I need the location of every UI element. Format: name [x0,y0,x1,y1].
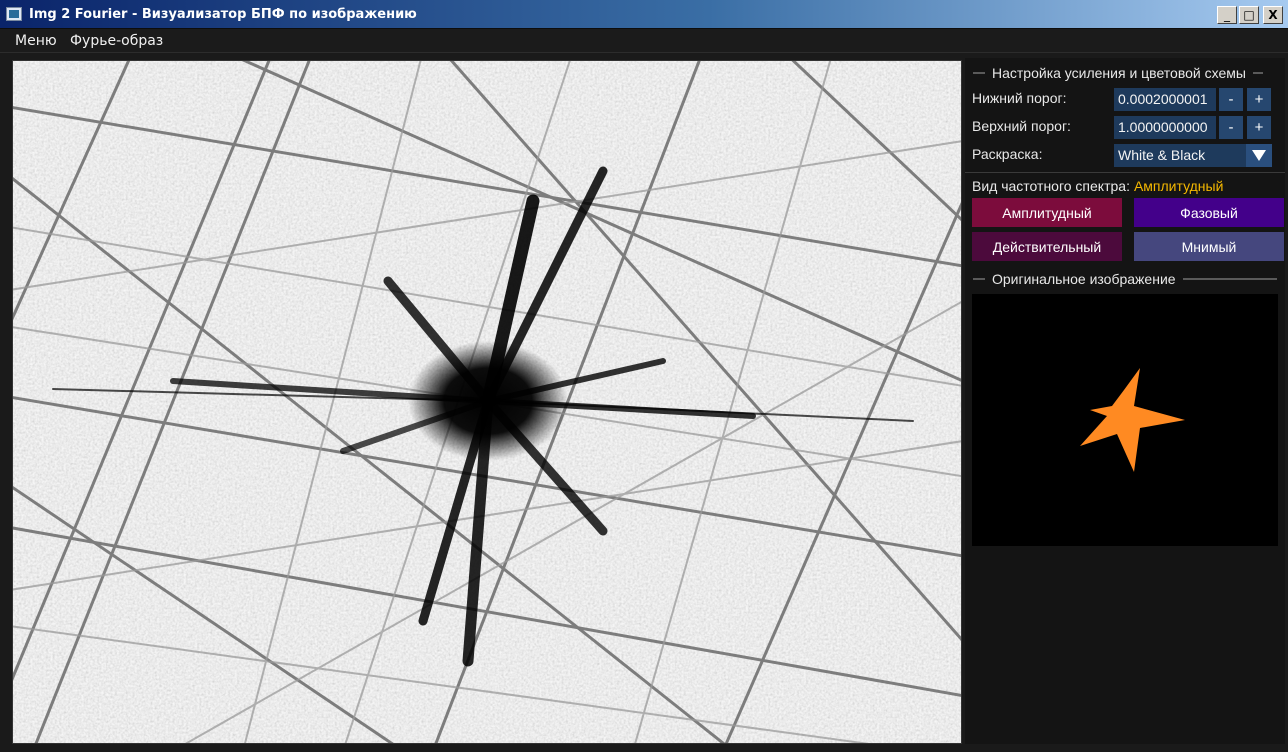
close-button[interactable]: X [1263,6,1283,24]
divider [1182,278,1277,280]
upper-threshold-minus-button[interactable]: - [1219,116,1243,139]
upper-threshold-label: Верхний порог: [972,118,1071,134]
title-bar: Img 2 Fourier - Визуализатор БПФ по изоб… [0,0,1288,29]
close-icon: X [1268,8,1278,22]
divider [973,278,985,280]
triangle-down-icon[interactable] [1246,144,1272,167]
gain-section-header: Настройка усиления и цветовой схемы [973,64,1277,82]
color-scheme-label: Раскраска: [972,146,1043,162]
lower-threshold-input[interactable]: 0.0002000001 [1114,88,1216,111]
lower-threshold-minus-button[interactable]: - [1219,88,1243,111]
original-shape-image [1080,368,1185,472]
minimize-icon: _ [1224,8,1230,22]
divider [965,172,1285,173]
phase-button[interactable]: Фазовый [1134,198,1284,227]
original-section-header: Оригинальное изображение [973,270,1277,288]
imaginary-button[interactable]: Мнимый [1134,232,1284,261]
divider [1252,72,1263,74]
menu-item-fourier[interactable]: Фурье-образ [70,33,163,49]
lower-threshold-label: Нижний порог: [972,90,1067,106]
original-section-title: Оригинальное изображение [992,271,1176,287]
menu-bar: Меню Фурье-образ [0,29,1288,53]
real-button[interactable]: Действительный [972,232,1122,261]
window-title: Img 2 Fourier - Визуализатор БПФ по изоб… [29,7,417,22]
color-scheme-value: White & Black [1118,147,1206,163]
lower-threshold-plus-button[interactable]: + [1247,88,1271,111]
menu-item-menu[interactable]: Меню [15,33,57,49]
control-panel: Настройка усиления и цветовой схемы Нижн… [965,58,1285,744]
upper-threshold-input[interactable]: 1.0000000000 [1114,116,1216,139]
fft-canvas[interactable] [12,60,962,744]
app-icon [6,7,22,21]
original-image-preview [972,294,1278,546]
amplitude-button[interactable]: Амплитудный [972,198,1122,227]
spectrum-type-current: Амплитудный [1133,178,1224,194]
maximize-button[interactable]: □ [1239,6,1259,24]
minimize-button[interactable]: _ [1217,6,1237,24]
spectrum-type-row: Вид частотного спектра: Амплитудный [972,178,1223,194]
spectrum-type-label: Вид частотного спектра: [972,178,1130,194]
upper-threshold-plus-button[interactable]: + [1247,116,1271,139]
maximize-icon: □ [1243,8,1255,22]
divider [973,72,985,74]
fft-spectrum-image [13,61,961,743]
color-scheme-select[interactable]: White & Black [1114,144,1272,167]
gain-section-title: Настройка усиления и цветовой схемы [992,65,1246,81]
